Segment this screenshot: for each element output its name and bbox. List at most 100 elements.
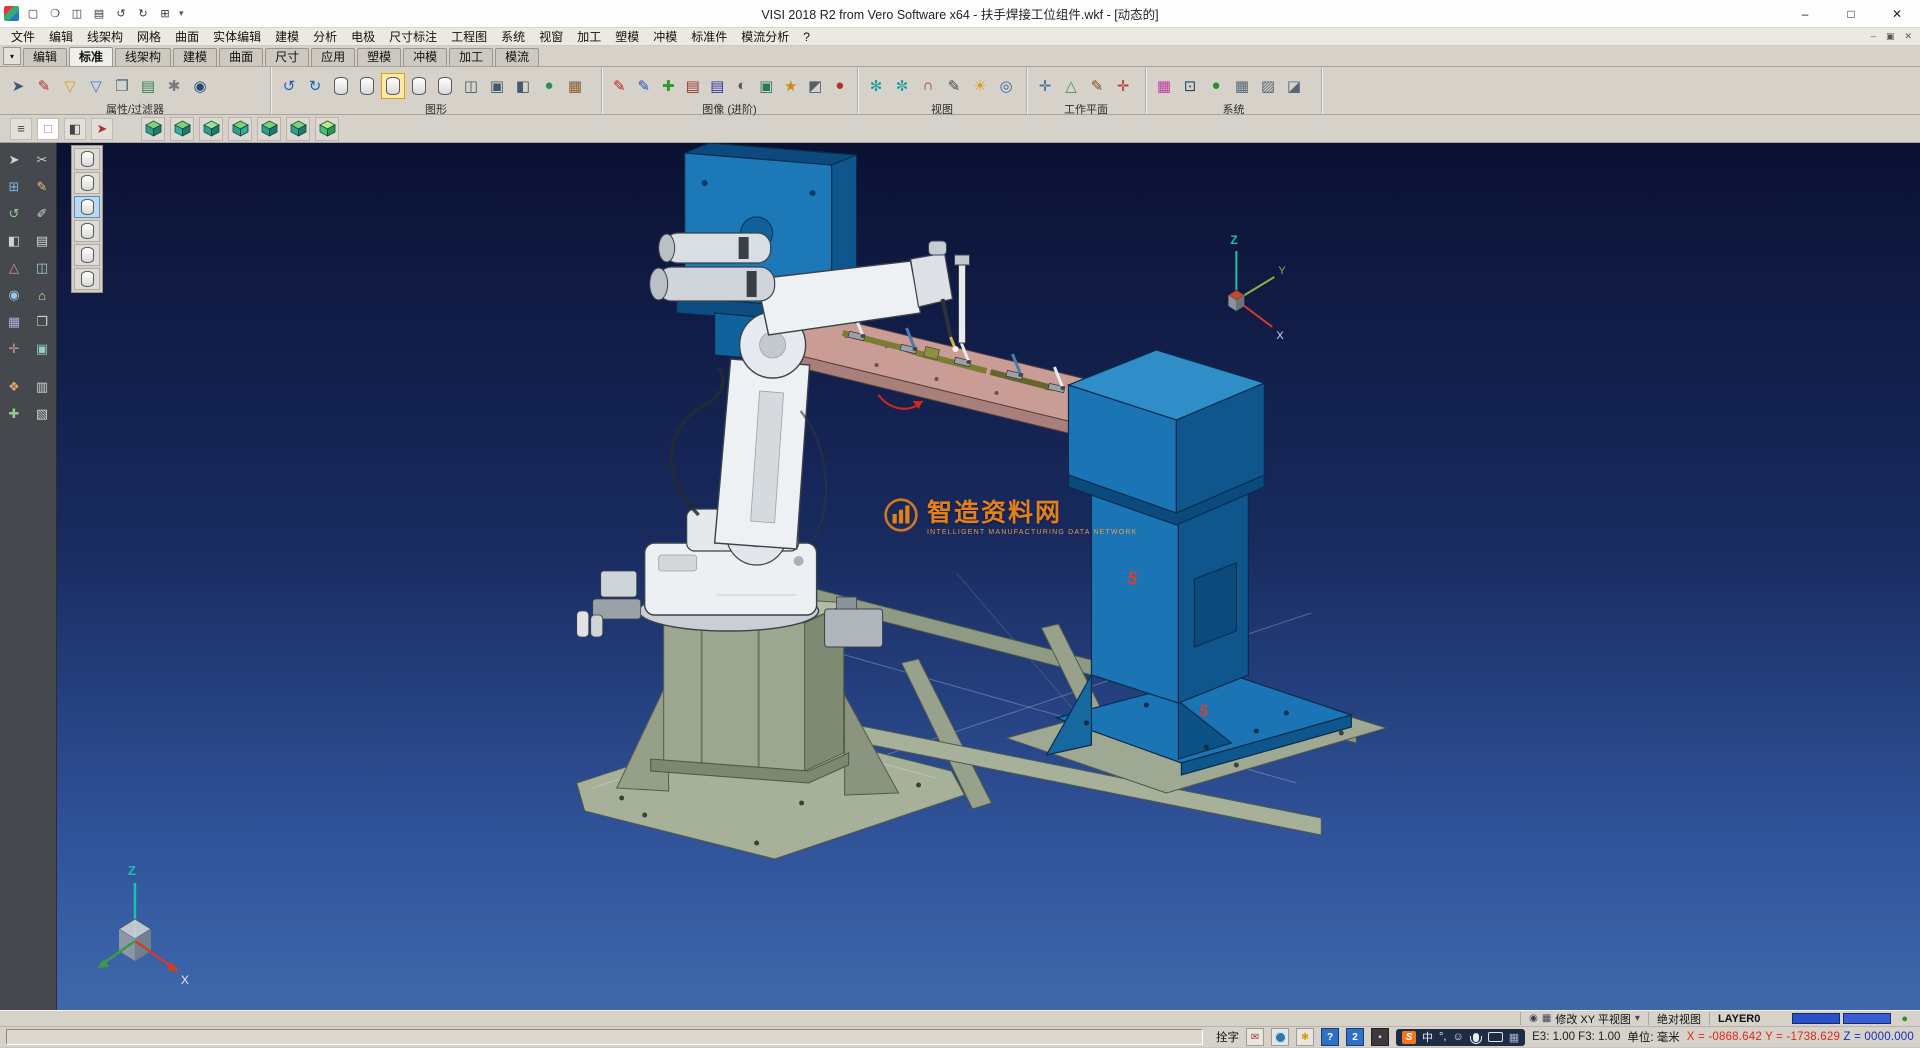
menu-item-system[interactable]: 系统 — [494, 28, 532, 45]
tab-modeling[interactable]: 建模 — [173, 48, 217, 66]
solid-tool-icon[interactable]: ◫ — [30, 257, 54, 279]
monitor-icon[interactable]: ⊡ — [1178, 73, 1202, 99]
save-file-icon[interactable]: ◫ — [69, 7, 85, 20]
mode-2d-status-icon[interactable]: 2 — [1346, 1028, 1364, 1046]
rotate-ccw-icon[interactable]: ↺ — [277, 73, 301, 99]
render-mode-icon[interactable]: ● — [1901, 1013, 1908, 1025]
redo-icon[interactable]: ↻ — [135, 7, 151, 20]
menu-item-flow-analysis[interactable]: 模流分析 — [734, 28, 796, 45]
menu-item-file[interactable]: 文件 — [4, 28, 42, 45]
box-solid-icon[interactable]: ▣ — [485, 73, 509, 99]
highlight-icon[interactable]: ★ — [780, 73, 803, 99]
menu-item-mould[interactable]: 塑模 — [608, 28, 646, 45]
select-tool-icon[interactable]: ➤ — [2, 149, 26, 171]
trim-tool-icon[interactable]: ✂ — [30, 149, 54, 171]
filter-points-icon[interactable] — [74, 244, 100, 266]
tab-application[interactable]: 应用 — [311, 48, 355, 66]
settings-gear-icon[interactable]: ✱ — [162, 73, 186, 99]
command-input[interactable] — [6, 1029, 1203, 1045]
rotate-cw-icon[interactable]: ↻ — [303, 73, 327, 99]
menu-item-solid-edit[interactable]: 实体编辑 — [206, 28, 268, 45]
red-list-icon[interactable]: ▤ — [682, 73, 705, 99]
top-view-cube-icon[interactable] — [199, 117, 223, 141]
mesh-display-icon[interactable]: ▦ — [563, 73, 587, 99]
menu-item-surface[interactable]: 曲面 — [168, 28, 206, 45]
ime-mic-icon[interactable] — [1473, 1033, 1479, 1042]
viewport-3d[interactable]: 5 5 — [57, 143, 1920, 1010]
cylinder-ghost-icon[interactable] — [433, 73, 457, 99]
workplane-triangle-icon[interactable]: △ — [1059, 73, 1083, 99]
view-refresh-icon[interactable]: ✻ — [864, 73, 888, 99]
annotate-view-icon[interactable]: ✎ — [942, 73, 966, 99]
filter-text-icon[interactable] — [74, 268, 100, 290]
tab-machining[interactable]: 加工 — [449, 48, 493, 66]
insert-icon[interactable]: ⊞ — [157, 7, 173, 20]
child-minimize-button[interactable]: – — [1871, 31, 1876, 42]
box-tool-icon[interactable]: ▣ — [30, 338, 54, 360]
hatch-icon[interactable]: ▨ — [1256, 73, 1280, 99]
box-half-icon[interactable]: ◧ — [511, 73, 535, 99]
contrast-icon[interactable]: ◐ — [731, 73, 754, 99]
gear-status-icon[interactable]: ✱ — [1296, 1028, 1314, 1046]
magnet-snap-icon[interactable]: ∩ — [916, 73, 940, 99]
tab-flow[interactable]: 模流 — [495, 48, 539, 66]
tab-standard[interactable]: 标准 — [69, 47, 113, 66]
shaded-view-icon[interactable]: ◧ — [64, 118, 86, 140]
ime-keyboard-icon[interactable] — [1488, 1032, 1503, 1042]
ime-mode-chinese[interactable]: 中 — [1422, 1029, 1433, 1045]
filter-funnel-icon[interactable]: ▽ — [58, 73, 82, 99]
right-view-cube-icon[interactable] — [228, 117, 252, 141]
scene-svg[interactable]: 5 5 — [57, 143, 1920, 1010]
palette-tool-icon[interactable]: ❖ — [2, 376, 26, 398]
hatch-tool-icon[interactable]: ▧ — [30, 403, 54, 425]
workplane-axes-icon[interactable]: ✛ — [1033, 73, 1057, 99]
cylinder-active-icon[interactable] — [381, 73, 405, 99]
select-properties-icon[interactable]: ➤ — [6, 73, 30, 99]
tab-dimension[interactable]: 尺寸 — [265, 48, 309, 66]
tab-mould[interactable]: 塑模 — [357, 48, 401, 66]
target-view-icon[interactable]: ◎ — [994, 73, 1018, 99]
record-icon[interactable]: ● — [829, 73, 852, 99]
menu-item-analysis[interactable]: 分析 — [306, 28, 344, 45]
dynamic-view-cube-icon[interactable] — [315, 117, 339, 141]
tab-edit[interactable]: 编辑 — [23, 48, 67, 66]
new-file-icon[interactable]: ▢ — [25, 7, 41, 20]
workplane-edit-icon[interactable]: ✎ — [1085, 73, 1109, 99]
menu-item-dimension[interactable]: 尺寸标注 — [382, 28, 444, 45]
layer-indicator[interactable]: LAYER0 — [1709, 1012, 1768, 1025]
menu-item-wireframe[interactable]: 线架构 — [80, 28, 130, 45]
menu-item-standard-parts[interactable]: 标准件 — [684, 28, 734, 45]
snapshot-icon[interactable]: ▣ — [755, 73, 778, 99]
ime-punctuation-icon[interactable]: °, — [1439, 1031, 1446, 1043]
add-tool-icon[interactable]: ✚ — [2, 403, 26, 425]
dark-status-icon[interactable]: ▪ — [1371, 1028, 1389, 1046]
layer-list-icon[interactable]: ▤ — [136, 73, 160, 99]
sheet-tool-icon[interactable]: ▤ — [30, 230, 54, 252]
menu-item-drafting[interactable]: 工程图 — [444, 28, 494, 45]
layer-color-swatch-2[interactable] — [1843, 1013, 1891, 1024]
red-pencil-icon[interactable]: ✎ — [608, 73, 631, 99]
tab-progress[interactable]: 冲模 — [403, 48, 447, 66]
measure-tool-icon[interactable]: △ — [2, 257, 26, 279]
mail-status-icon[interactable]: ✉ — [1246, 1028, 1264, 1046]
minimize-button[interactable]: – — [1782, 0, 1828, 27]
perspective-icon[interactable]: ◪ — [1282, 73, 1306, 99]
add-image-icon[interactable]: ✚ — [657, 73, 680, 99]
absolute-view-button[interactable]: 绝对视图 — [1648, 1012, 1709, 1025]
sogou-logo-icon[interactable]: S — [1402, 1031, 1416, 1044]
cylinder-wire-icon[interactable] — [355, 73, 379, 99]
iso-view-cube-icon[interactable] — [141, 117, 165, 141]
print-icon[interactable]: ▤ — [91, 7, 107, 20]
workplane-origin-icon[interactable]: ✛ — [1111, 73, 1135, 99]
cylinder-hidden-icon[interactable] — [407, 73, 431, 99]
tab-overflow-button[interactable]: ▾ — [3, 47, 21, 65]
child-restore-button[interactable]: ▣ — [1886, 31, 1895, 42]
sketch-tool-icon[interactable]: ✎ — [30, 176, 54, 198]
blue-list-icon[interactable]: ▤ — [706, 73, 729, 99]
view-mode-selector[interactable]: ◉ ▦ 修改 XY 平视图 ▾ — [1520, 1012, 1648, 1025]
menu-item-edit[interactable]: 编辑 — [42, 28, 80, 45]
blank-view-icon[interactable]: □ — [37, 118, 59, 140]
menu-item-mesh[interactable]: 网格 — [130, 28, 168, 45]
undo-icon[interactable]: ↺ — [113, 7, 129, 20]
color-grid-icon[interactable]: ▦ — [1152, 73, 1176, 99]
